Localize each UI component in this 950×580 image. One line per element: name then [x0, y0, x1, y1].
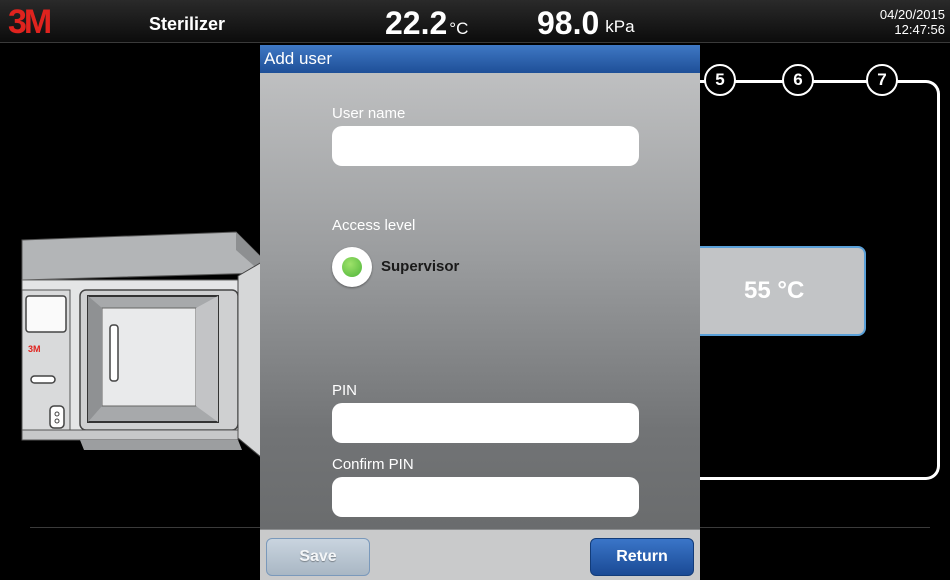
cycle-step-6: 6 — [782, 64, 814, 96]
pressure-readout: 98.0 kPa — [537, 5, 635, 42]
confirm-pin-label: Confirm PIN — [332, 456, 414, 473]
svg-text:3M: 3M — [28, 344, 41, 354]
brand-logo: 3M — [8, 3, 52, 41]
save-button[interactable]: Save — [266, 538, 370, 576]
radio-selected-indicator — [342, 257, 362, 277]
confirm-pin-input[interactable] — [332, 477, 639, 517]
temperature-unit: °C — [449, 19, 469, 38]
temperature-value: 22.2 — [385, 5, 448, 41]
cycle-step-7: 7 — [866, 64, 898, 96]
status-bar: 3M Sterilizer 22.2 °C 98.0 kPa 04/20/2015 … — [0, 0, 950, 43]
pressure-value: 98.0 — [537, 5, 600, 41]
supervisor-radio[interactable] — [332, 247, 372, 287]
pin-label: PIN — [332, 382, 358, 399]
dialog-title: Add user — [260, 45, 700, 73]
date: 04/20/2015 — [879, 7, 945, 22]
user-name-input[interactable] — [332, 126, 639, 166]
supervisor-radio-label[interactable]: Supervisor — [381, 258, 459, 275]
add-user-dialog: Add user User name Access level Supervis… — [260, 45, 700, 580]
user-name-label: User name — [332, 105, 406, 122]
return-button[interactable]: Return — [590, 538, 694, 576]
cycle-step-5: 5 — [704, 64, 736, 96]
time: 12:47:56 — [894, 22, 945, 37]
dialog-footer: Save Return — [260, 529, 700, 580]
temperature-readout: 22.2 °C — [385, 5, 468, 42]
date-time: 04/20/2015 12:47:56 — [880, 7, 945, 37]
pin-input[interactable] — [332, 403, 639, 443]
access-level-label: Access level — [332, 217, 416, 234]
chamber-temperature-display: 55 °C — [700, 246, 866, 336]
pressure-unit: kPa — [605, 17, 635, 36]
app-title: Sterilizer — [149, 14, 226, 34]
sterilizer-illustration: 3M — [21, 231, 263, 460]
